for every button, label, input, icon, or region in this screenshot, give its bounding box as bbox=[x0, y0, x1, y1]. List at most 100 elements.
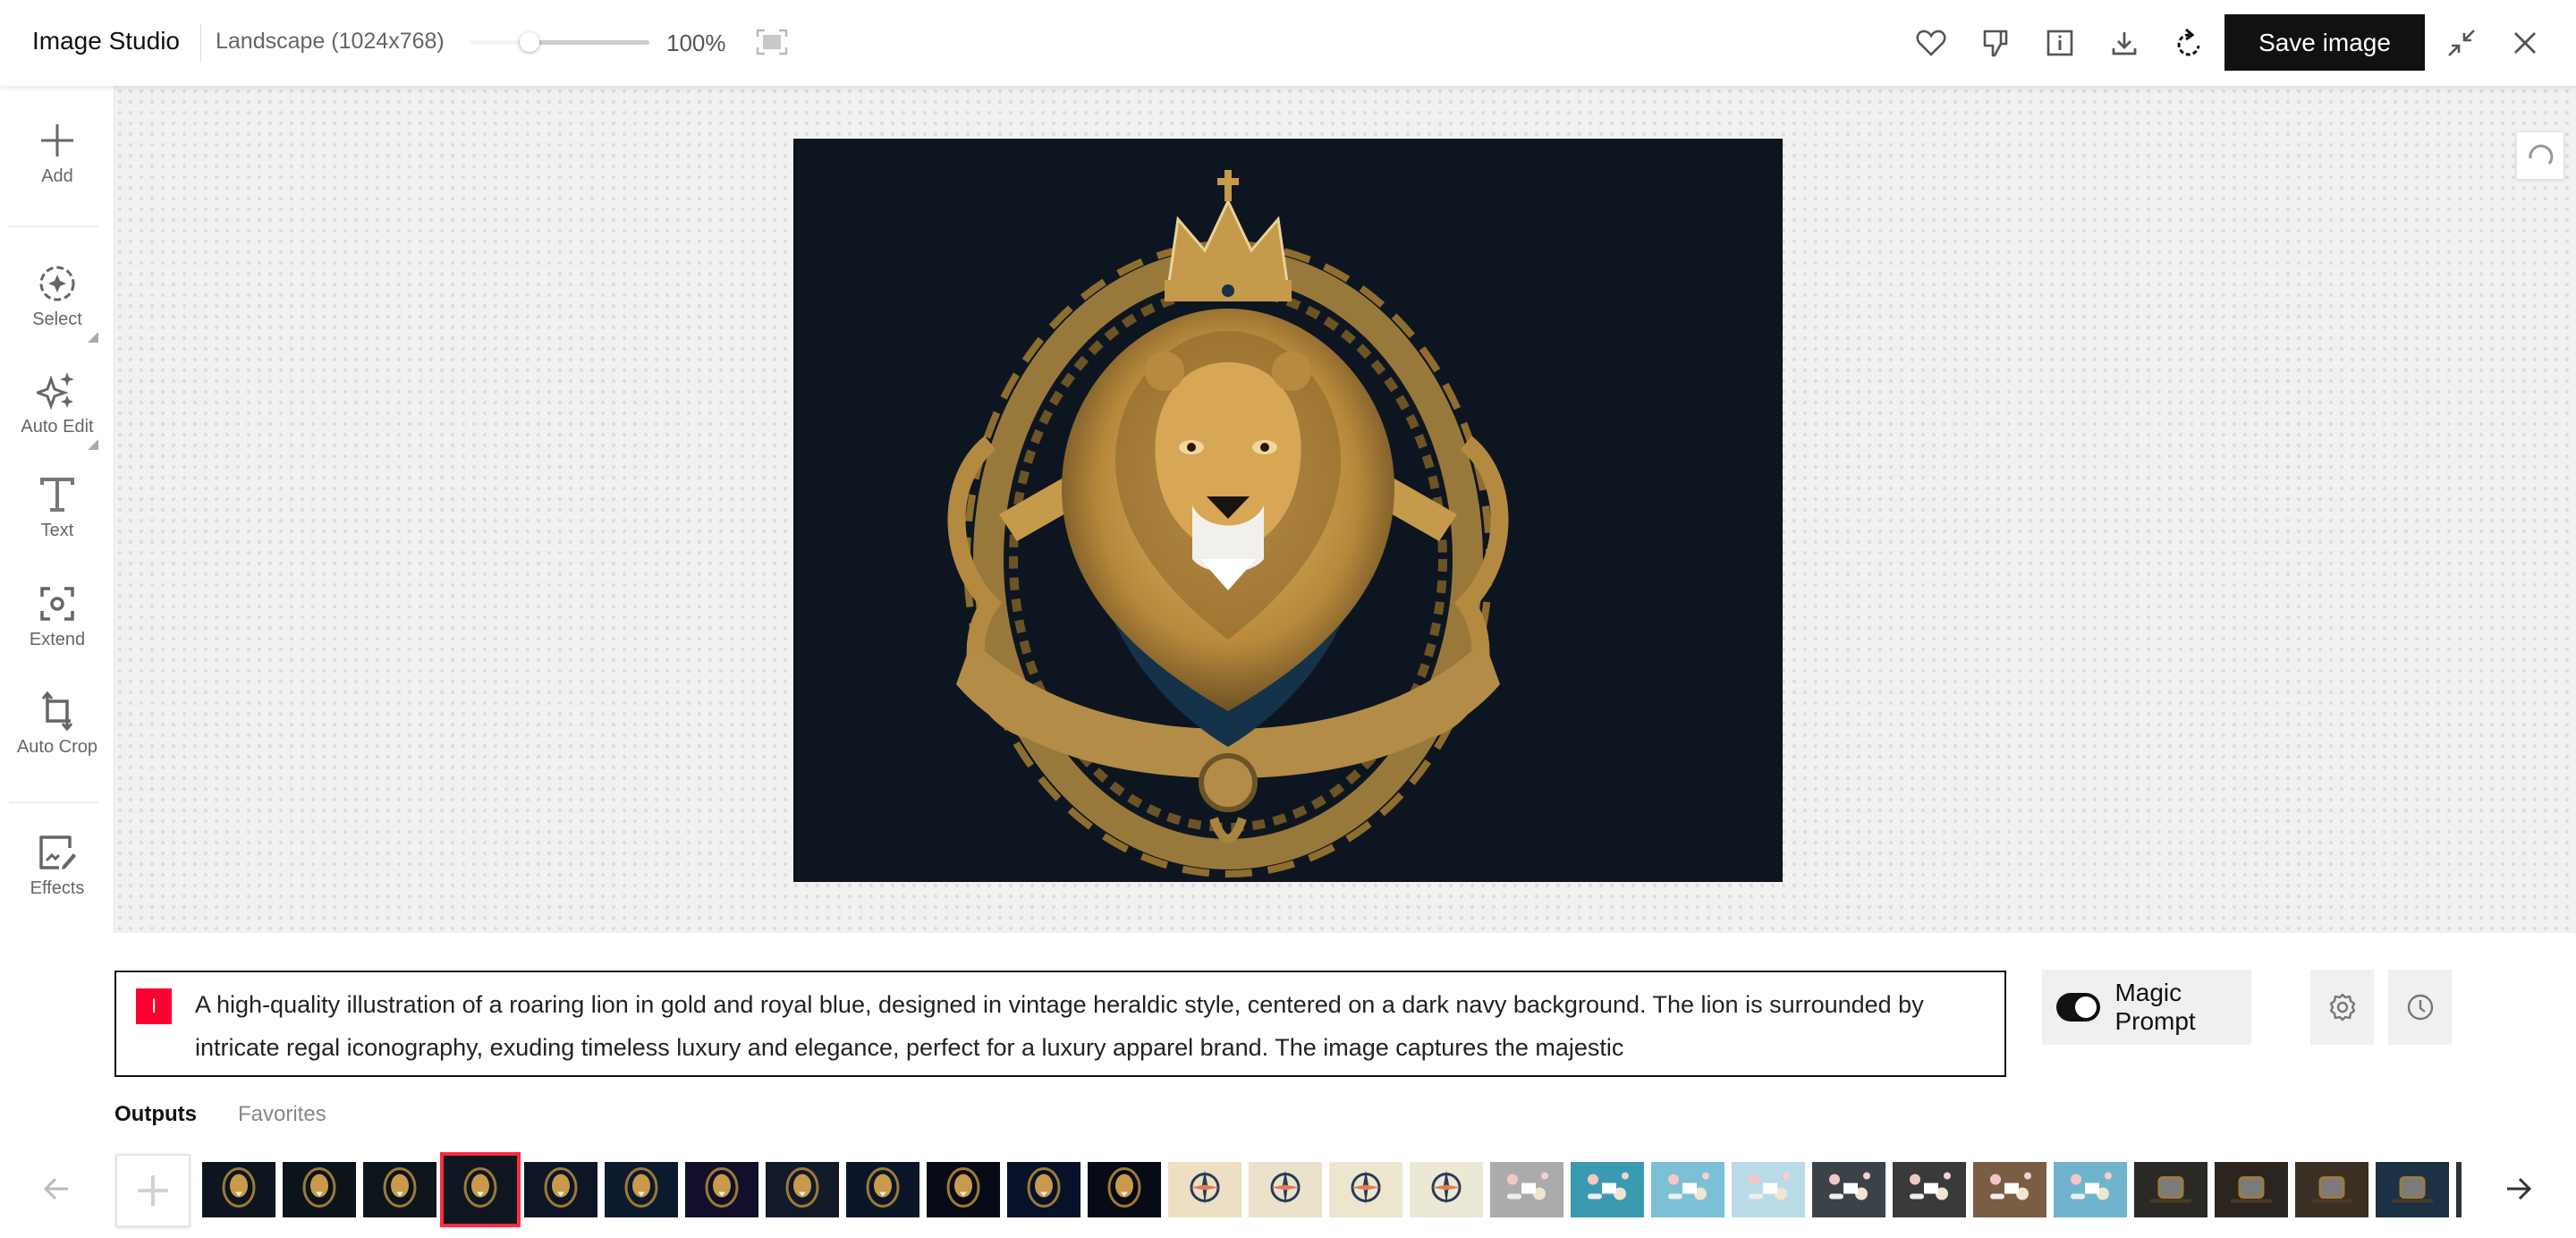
thumbnail-spa[interactable] bbox=[2054, 1162, 2127, 1217]
tab-favorites[interactable]: Favorites bbox=[238, 1102, 326, 1127]
thumbnail-spa[interactable] bbox=[1973, 1162, 2046, 1217]
thumbnail-lion[interactable] bbox=[766, 1162, 839, 1217]
tool-auto-crop-label: Auto Crop bbox=[16, 737, 98, 757]
text-icon bbox=[40, 478, 74, 512]
speaker-preview bbox=[2390, 1167, 2435, 1213]
lion-preview bbox=[1026, 1167, 1062, 1213]
thumbnail-compass[interactable] bbox=[1168, 1162, 1241, 1217]
zoom-slider-thumb[interactable] bbox=[520, 32, 539, 52]
tool-auto-edit[interactable]: Auto Edit bbox=[0, 370, 114, 450]
magic-prompt-switch[interactable] bbox=[2056, 993, 2101, 1022]
generation-settings-button[interactable] bbox=[2310, 970, 2374, 1045]
info-icon bbox=[2046, 30, 2073, 56]
thumbnail-compass[interactable] bbox=[1410, 1162, 1483, 1217]
reset-view-button[interactable] bbox=[2517, 132, 2563, 179]
thumbnail-lion[interactable] bbox=[846, 1162, 919, 1217]
spa-preview bbox=[1822, 1167, 1876, 1213]
lion-preview bbox=[462, 1167, 498, 1213]
tool-sidebar: Add Select Auto Edit Text Extend Auto Cr… bbox=[0, 86, 114, 933]
prompt-input[interactable]: A high-quality illustration of a roaring… bbox=[195, 983, 1984, 1069]
thumbnail-lion[interactable] bbox=[283, 1162, 356, 1217]
prompt-box[interactable]: I A high-quality illustration of a roari… bbox=[114, 971, 2006, 1077]
thumbnail-spa[interactable] bbox=[1812, 1162, 1885, 1217]
thumbnail-speaker[interactable] bbox=[2456, 1162, 2462, 1217]
magic-prompt-toggle[interactable]: Magic Prompt bbox=[2042, 970, 2251, 1045]
thumbnail-speaker[interactable] bbox=[2215, 1162, 2288, 1217]
spa-preview bbox=[1580, 1167, 1634, 1213]
thumbnail-spa[interactable] bbox=[1490, 1162, 1563, 1217]
thumbs-down-icon bbox=[1983, 30, 2008, 57]
close-icon bbox=[2514, 32, 2536, 54]
clock-icon bbox=[2407, 994, 2433, 1021]
spa-preview bbox=[1661, 1167, 1715, 1213]
plus-icon bbox=[41, 124, 73, 157]
scroll-right-button[interactable] bbox=[2498, 1168, 2539, 1209]
compass-preview bbox=[1348, 1167, 1384, 1213]
scroll-left-button[interactable] bbox=[36, 1168, 77, 1209]
spa-preview bbox=[1741, 1167, 1795, 1213]
thumbnail-compass[interactable] bbox=[1249, 1162, 1322, 1217]
tool-text-label: Text bbox=[40, 521, 74, 540]
tool-add-label: Add bbox=[41, 166, 73, 186]
tab-outputs[interactable]: Outputs bbox=[114, 1102, 197, 1127]
thumbnail-lion[interactable] bbox=[685, 1162, 758, 1217]
tool-extend[interactable]: Extend bbox=[0, 583, 114, 650]
speaker-preview bbox=[2229, 1167, 2274, 1213]
thumbnail-lion[interactable] bbox=[524, 1162, 597, 1217]
thumbnail-lion[interactable] bbox=[1088, 1162, 1161, 1217]
spa-preview bbox=[1902, 1167, 1956, 1213]
regenerate-button[interactable] bbox=[2169, 23, 2208, 63]
zoom-value: 100% bbox=[666, 30, 726, 56]
thumbnail-speaker[interactable] bbox=[2134, 1162, 2207, 1217]
thumbnail-spa[interactable] bbox=[1651, 1162, 1724, 1217]
thumbnail-lion[interactable] bbox=[605, 1162, 678, 1217]
generated-image[interactable] bbox=[793, 139, 1783, 882]
tool-select-label: Select bbox=[32, 310, 82, 329]
compass-preview bbox=[1428, 1167, 1464, 1213]
thumbnail-speaker[interactable] bbox=[2376, 1162, 2449, 1217]
canvas-size-label[interactable]: Landscape (1024x768) bbox=[216, 29, 445, 55]
tool-add[interactable]: Add bbox=[0, 120, 114, 187]
spa-preview bbox=[2063, 1167, 2117, 1213]
info-button[interactable] bbox=[2040, 23, 2080, 63]
top-bar: Image Studio Landscape (1024x768) 100% S… bbox=[0, 0, 2576, 86]
compass-preview bbox=[1267, 1167, 1303, 1213]
outputs-thumbnail-strip[interactable] bbox=[202, 1149, 2462, 1234]
thumbnail-lion[interactable] bbox=[202, 1162, 275, 1217]
tool-auto-crop[interactable]: Auto Crop bbox=[0, 691, 114, 758]
tool-effects[interactable]: Effects bbox=[0, 832, 114, 899]
lion-preview bbox=[221, 1167, 257, 1213]
submenu-indicator[interactable] bbox=[88, 332, 98, 343]
plus-icon bbox=[138, 1175, 168, 1206]
zoom-slider[interactable] bbox=[465, 32, 653, 52]
thumbnail-compass[interactable] bbox=[1329, 1162, 1402, 1217]
thumbnail-spa[interactable] bbox=[1571, 1162, 1644, 1217]
lion-preview bbox=[1106, 1167, 1142, 1213]
save-image-button[interactable]: Save image bbox=[2224, 14, 2425, 71]
select-sparkle-icon bbox=[39, 266, 75, 301]
thumbnail-spa[interactable] bbox=[1732, 1162, 1805, 1217]
add-image-button[interactable] bbox=[115, 1154, 191, 1227]
thumbnail-lion[interactable] bbox=[927, 1162, 1000, 1217]
history-button[interactable] bbox=[2388, 970, 2452, 1045]
tool-text[interactable]: Text bbox=[0, 474, 114, 541]
thumbnail-speaker[interactable] bbox=[2295, 1162, 2368, 1217]
magic-prompt-label: Magic Prompt bbox=[2114, 979, 2196, 1035]
submenu-indicator[interactable] bbox=[88, 439, 98, 450]
collapse-button[interactable] bbox=[2442, 23, 2481, 63]
crop-icon bbox=[41, 691, 73, 732]
download-button[interactable] bbox=[2105, 23, 2144, 63]
close-button[interactable] bbox=[2505, 23, 2545, 63]
thumbnail-selected[interactable] bbox=[440, 1152, 521, 1227]
switch-knob bbox=[2075, 996, 2097, 1018]
thumbnail-lion[interactable] bbox=[1007, 1162, 1080, 1217]
extend-icon bbox=[40, 587, 74, 621]
fit-to-screen-button[interactable] bbox=[756, 29, 788, 55]
dislike-button[interactable] bbox=[1976, 23, 2015, 63]
lion-preview bbox=[865, 1167, 901, 1213]
tool-select[interactable]: Select bbox=[0, 263, 114, 343]
thumbnail-lion[interactable] bbox=[363, 1162, 436, 1217]
speaker-preview bbox=[2148, 1167, 2193, 1213]
thumbnail-spa[interactable] bbox=[1893, 1162, 1966, 1217]
favorite-button[interactable] bbox=[1911, 23, 1951, 63]
